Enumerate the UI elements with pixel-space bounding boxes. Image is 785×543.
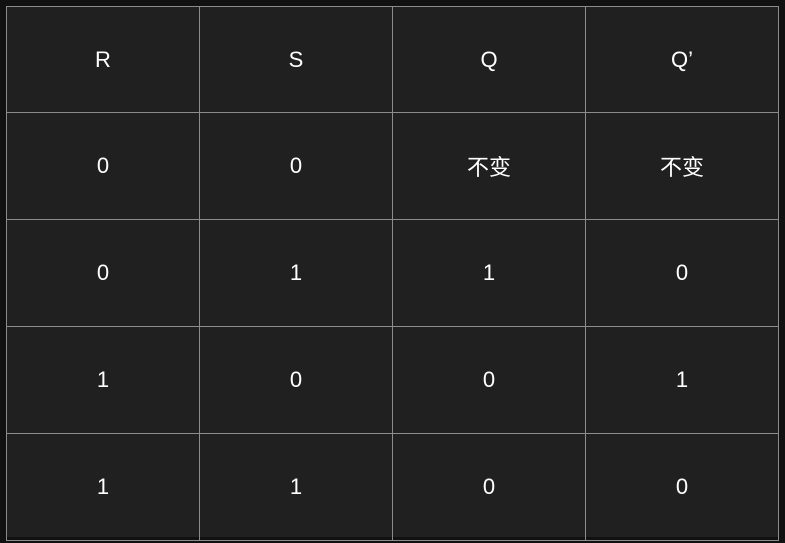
header-cell-s: S: [199, 6, 393, 113]
table-cell-q: 0: [392, 433, 586, 541]
table-cell-s: 0: [199, 112, 393, 220]
header-cell-q-prime: Q’: [585, 6, 779, 113]
header-cell-r: R: [6, 6, 200, 113]
table-cell-q: 1: [392, 219, 586, 327]
table-cell-r: 0: [6, 219, 200, 327]
table-row: 1 1 0 0: [6, 433, 779, 541]
table-header-row: R S Q Q’: [6, 6, 779, 113]
table-cell-q-prime: 不变: [585, 112, 779, 220]
table-cell-r: 1: [6, 326, 200, 434]
header-cell-q: Q: [392, 6, 586, 113]
table-cell-q: 0: [392, 326, 586, 434]
table-cell-s: 0: [199, 326, 393, 434]
table-cell-r: 1: [6, 433, 200, 541]
table-cell-r: 0: [6, 112, 200, 220]
table-cell-s: 1: [199, 219, 393, 327]
table-cell-q: 不变: [392, 112, 586, 220]
table-row: 0 0 不变 不变: [6, 112, 779, 220]
table-row: 1 0 0 1: [6, 326, 779, 434]
table-cell-q-prime: 0: [585, 219, 779, 327]
table-cell-q-prime: 1: [585, 326, 779, 434]
truth-table-frame: R S Q Q’ 0 0 不变 不变 0 1 1 0 1 0 0 1 1 1 0…: [6, 6, 779, 541]
table-cell-s: 1: [199, 433, 393, 541]
table-row: 0 1 1 0: [6, 219, 779, 327]
table-cell-q-prime: 0: [585, 433, 779, 541]
truth-table: R S Q Q’ 0 0 不变 不变 0 1 1 0 1 0 0 1 1 1 0…: [6, 6, 779, 541]
